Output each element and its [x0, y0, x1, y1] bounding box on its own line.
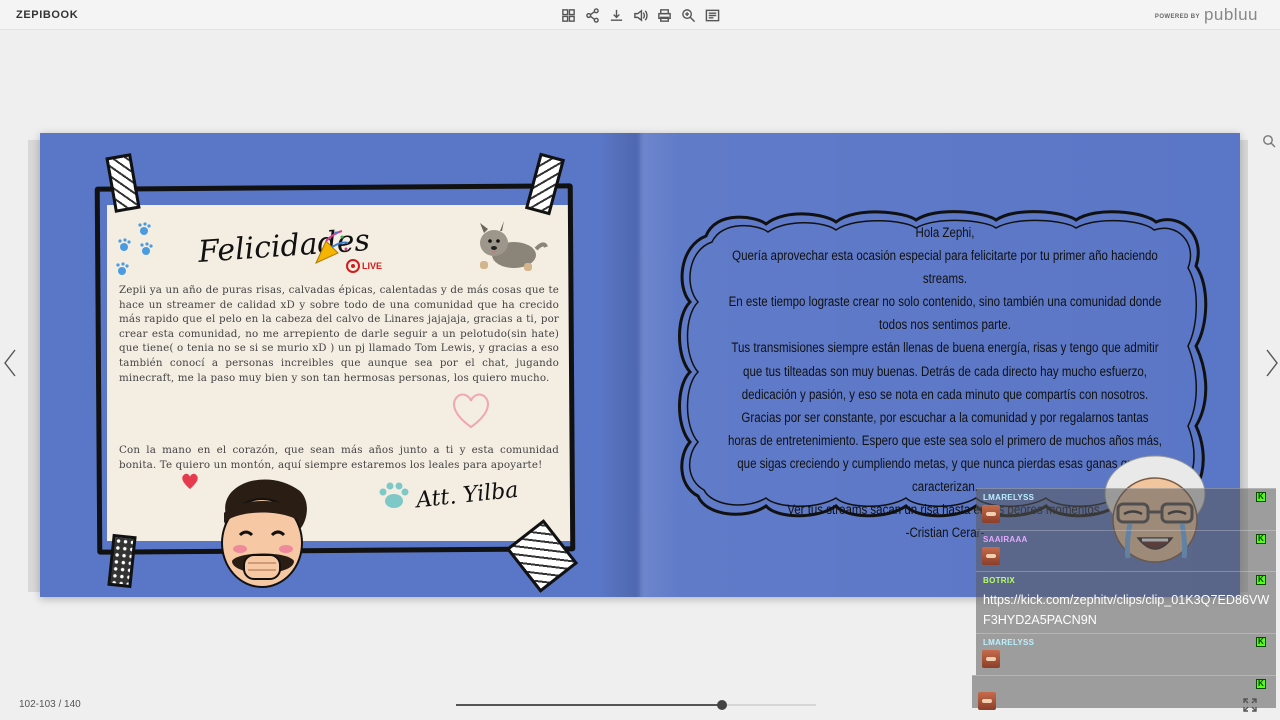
top-bar: ZEPIBOOK POWERED BY publuu — [0, 0, 1280, 30]
record-icon — [346, 259, 360, 273]
kick-badge-icon — [1256, 575, 1266, 585]
dog-sticker-icon — [480, 221, 548, 271]
next-page-button[interactable] — [1264, 348, 1280, 378]
live-label: LIVE — [362, 260, 383, 271]
chat-message — [972, 675, 1276, 710]
thumbnails-icon[interactable] — [558, 5, 578, 25]
chevron-right-icon — [1266, 349, 1278, 377]
live-stream-badge: LIVE — [346, 259, 382, 273]
tape-decoration — [107, 533, 137, 589]
heart-icon — [182, 473, 198, 489]
chat-emote-icon — [982, 505, 1000, 523]
fullscreen-icon[interactable] — [1243, 698, 1257, 712]
app-title: ZEPIBOOK — [16, 9, 79, 21]
chevron-left-icon — [4, 349, 16, 377]
message-line: En este tiempo lograste crear no solo co… — [728, 294, 1162, 333]
table-of-contents-icon[interactable] — [702, 5, 722, 25]
chat-message: LMARELYSS — [976, 633, 1276, 675]
page-slider-handle[interactable] — [717, 700, 728, 710]
sound-icon[interactable] — [630, 5, 650, 25]
kick-badge-icon — [1256, 637, 1266, 647]
chat-username[interactable]: BOTRIX — [983, 576, 1015, 585]
cartoon-face-sticker — [221, 479, 307, 588]
chat-message: BOTRIX https://kick.com/zephitv/clips/cli… — [976, 571, 1276, 633]
chat-emote-icon — [982, 547, 1000, 565]
kick-badge-icon — [1256, 534, 1266, 544]
chat-message: LMARELYSS — [976, 488, 1276, 530]
paw-print-icon — [379, 482, 409, 508]
print-icon[interactable] — [654, 5, 674, 25]
brand-logo: publuu — [1203, 5, 1258, 24]
paw-prints-icon — [116, 222, 153, 275]
powered-by-label: POWERED BY — [1154, 14, 1200, 20]
message-line: Quería aprovechar esta ocasión especial … — [732, 248, 1158, 287]
previous-page-button[interactable] — [2, 348, 18, 378]
letter-closing: Con la mano en el corazón, que sean más … — [119, 444, 559, 471]
page-indicator: 102-103 / 140 — [19, 699, 81, 710]
zoom-icon[interactable] — [678, 5, 698, 25]
search-icon[interactable] — [1262, 134, 1276, 148]
chat-emote-icon — [982, 650, 1000, 668]
chat-username[interactable]: LMARELYSS — [983, 493, 1034, 502]
message-line: Tus transmisiones siempre están llenas d… — [731, 340, 1159, 402]
chat-message-text[interactable]: https://kick.com/zephitv/clips/clip_01K3… — [983, 590, 1271, 630]
kick-badge-icon — [1256, 492, 1266, 502]
chat-username[interactable]: SAAIRAAA — [983, 535, 1028, 544]
message-line: Hola Zephi, — [915, 225, 975, 240]
heart-outline-icon — [453, 393, 489, 429]
book-edge-left — [28, 140, 40, 592]
powered-by[interactable]: POWERED BY publuu — [1155, 6, 1258, 23]
chat-emote-icon — [978, 692, 996, 710]
page-slider-fill — [456, 704, 723, 706]
chat-message: SAAIRAAA — [976, 530, 1276, 571]
stream-chat-overlay: LMARELYSS SAAIRAAA BOTRIX https://kick.com/… — [972, 488, 1276, 720]
page-slider[interactable] — [456, 700, 816, 710]
download-icon[interactable] — [606, 5, 626, 25]
book-spine — [600, 133, 680, 597]
kick-badge-icon — [1256, 679, 1266, 689]
chat-username[interactable]: LMARELYSS — [983, 638, 1034, 647]
share-icon[interactable] — [582, 5, 602, 25]
letter-body: Zepii ya un año de puras risas, calvadas… — [119, 284, 559, 384]
toolbar — [558, 5, 722, 25]
message-line: Gracias por ser constante, por escuchar … — [727, 409, 1163, 495]
